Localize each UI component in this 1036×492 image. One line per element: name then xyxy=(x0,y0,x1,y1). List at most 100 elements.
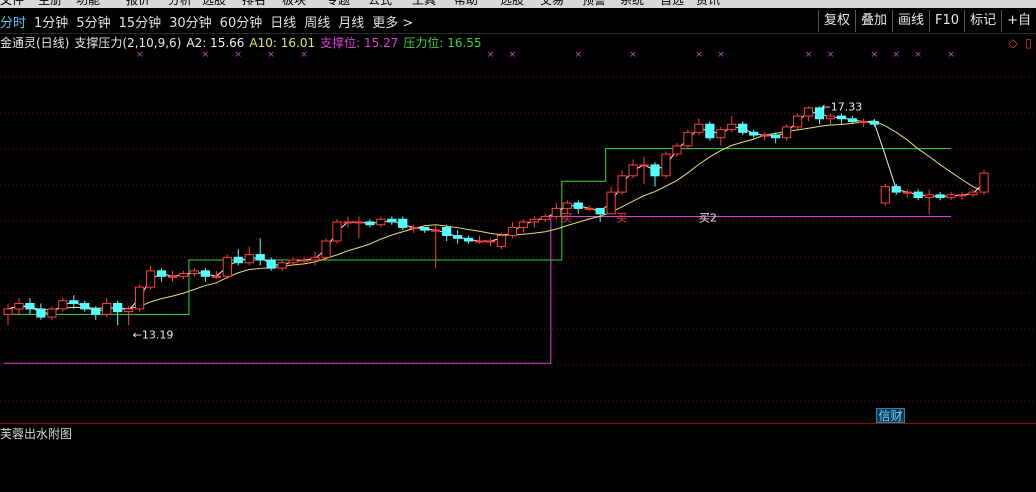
candle-body xyxy=(354,221,364,224)
x-marker: × xyxy=(235,51,243,60)
x-marker: × xyxy=(695,51,703,60)
candle-body xyxy=(47,308,57,318)
top-menu-item[interactable]: 报价 xyxy=(126,0,150,8)
candle-body xyxy=(957,194,967,197)
candlestick-chart[interactable]: × × × × × × × × × × × × × × × × × ←13.19 ←17.33 买 买 买2 xyxy=(0,51,1036,423)
candle-body xyxy=(178,273,189,277)
top-menu-item[interactable]: 板块 xyxy=(282,0,306,8)
candle-body xyxy=(781,126,792,139)
toolbar-button[interactable]: 标记 xyxy=(964,10,1001,32)
candle-body xyxy=(266,259,276,269)
candle-body xyxy=(562,202,572,209)
period-tab[interactable]: 周线 xyxy=(304,12,330,31)
candle-body xyxy=(792,115,803,128)
candle-body xyxy=(299,259,309,262)
top-menu-item[interactable]: 资讯 xyxy=(696,0,720,8)
toolbar-button[interactable]: 复权 xyxy=(818,10,855,32)
top-menu-item[interactable]: 文件 xyxy=(0,0,24,8)
period-tab[interactable]: 更多 > xyxy=(372,12,413,31)
candle-body xyxy=(738,123,748,133)
period-tab[interactable]: 分时 xyxy=(0,12,26,31)
top-menu-item[interactable]: 预警 xyxy=(582,0,606,8)
subchart-title: 芙蓉出水附图 xyxy=(0,427,73,441)
toolbar-button[interactable]: 叠加 xyxy=(855,10,892,32)
buy2-signal-label: 买2 xyxy=(699,212,717,225)
candle-body xyxy=(836,115,847,120)
top-menu-item[interactable]: 自选 xyxy=(660,0,684,8)
period-tab[interactable]: 30分钟 xyxy=(169,12,212,31)
top-menu-item[interactable]: 分析 xyxy=(168,0,192,8)
candle-body xyxy=(979,172,989,193)
candle-body xyxy=(749,131,759,136)
top-menu-item[interactable]: 主册 xyxy=(38,0,62,8)
candle-body xyxy=(431,229,441,232)
x-marker: × xyxy=(805,51,813,60)
candle-body xyxy=(398,218,408,228)
toolbar-button[interactable]: +自 xyxy=(1001,10,1036,32)
candle-body xyxy=(14,302,24,310)
period-tab[interactable]: 1分钟 xyxy=(34,12,68,31)
period-tab[interactable]: 月线 xyxy=(338,12,364,31)
top-menu-item[interactable]: 公式 xyxy=(368,0,392,8)
candle-body xyxy=(80,302,90,310)
top-menu-item[interactable]: 排名 xyxy=(242,0,266,8)
x-marker: × xyxy=(717,51,725,60)
a2-value: A2: 15.66 xyxy=(186,35,245,50)
candle-body xyxy=(902,191,912,194)
period-tab[interactable]: 日线 xyxy=(270,12,296,31)
candle-body xyxy=(650,164,660,177)
candle-body xyxy=(255,254,265,261)
period-tab[interactable]: 5分钟 xyxy=(76,12,110,31)
candle-body xyxy=(420,226,430,231)
top-menu-item[interactable]: 选股 xyxy=(500,0,524,8)
candle-body xyxy=(683,131,693,147)
candle-body xyxy=(573,202,583,209)
candle-body xyxy=(3,308,13,315)
stock-name[interactable]: 金通灵(日线) xyxy=(0,34,69,51)
subchart-divider xyxy=(0,423,1036,424)
top-menu-item[interactable]: 系统 xyxy=(620,0,644,8)
candle-body xyxy=(321,240,331,258)
indicator-formula[interactable]: 支撑压力(2,10,9,6) xyxy=(74,34,181,51)
candle-body xyxy=(485,240,496,243)
top-menu-item[interactable]: 专题 xyxy=(326,0,350,8)
a10-value: A10: 16.01 xyxy=(249,35,316,50)
indicator-info-bar: 金通灵(日线) 支撑压力(2,10,9,6) A2: 15.66 A10: 16… xyxy=(0,34,487,51)
candle-body xyxy=(222,256,232,277)
top-menu-item[interactable]: 工具 xyxy=(412,0,436,8)
candle-body xyxy=(233,256,243,264)
candle-body xyxy=(134,286,145,310)
top-menu-item[interactable]: 帮助 xyxy=(454,0,478,8)
candle-body xyxy=(124,308,134,313)
candle-body xyxy=(858,120,868,123)
top-menu-item[interactable]: 功能 xyxy=(76,0,100,8)
toolbar-button[interactable]: 画线 xyxy=(892,10,929,32)
x-marker: × xyxy=(914,51,922,60)
candle-body xyxy=(113,302,123,313)
period-tab[interactable]: 60分钟 xyxy=(220,12,263,31)
top-menu-item[interactable]: 交易 xyxy=(540,0,564,8)
toolbar-button[interactable]: F10 xyxy=(929,10,964,32)
candle-body xyxy=(716,129,726,139)
candle-body xyxy=(935,194,945,199)
x-marker: × xyxy=(487,51,495,60)
finance-badge[interactable]: 信财 xyxy=(876,408,905,423)
candle-body xyxy=(167,275,178,278)
top-menu-item[interactable]: 选股 xyxy=(202,0,226,8)
candle-body xyxy=(946,194,956,199)
candle-body xyxy=(453,235,463,239)
x-marker: × xyxy=(136,51,144,60)
candle-body xyxy=(869,120,879,125)
candle-body xyxy=(102,302,112,315)
candle-body xyxy=(211,275,221,278)
candle-body xyxy=(628,164,638,177)
candle-body xyxy=(672,145,682,155)
candle-body xyxy=(156,270,167,277)
top-menu-bar: 文件 主册 功能 报价 分析 选股 排名 板块 专题 公式 工具 帮助 选股 交易 预警 系统 自选 资讯 xyxy=(0,0,1036,8)
candle-body xyxy=(200,270,211,277)
panel-controls[interactable]: ◇ ▯ xyxy=(1008,36,1034,50)
period-tab[interactable]: 15分钟 xyxy=(119,12,162,31)
x-marker: × xyxy=(509,51,517,60)
candle-body xyxy=(540,216,550,220)
candle-body xyxy=(474,240,485,243)
